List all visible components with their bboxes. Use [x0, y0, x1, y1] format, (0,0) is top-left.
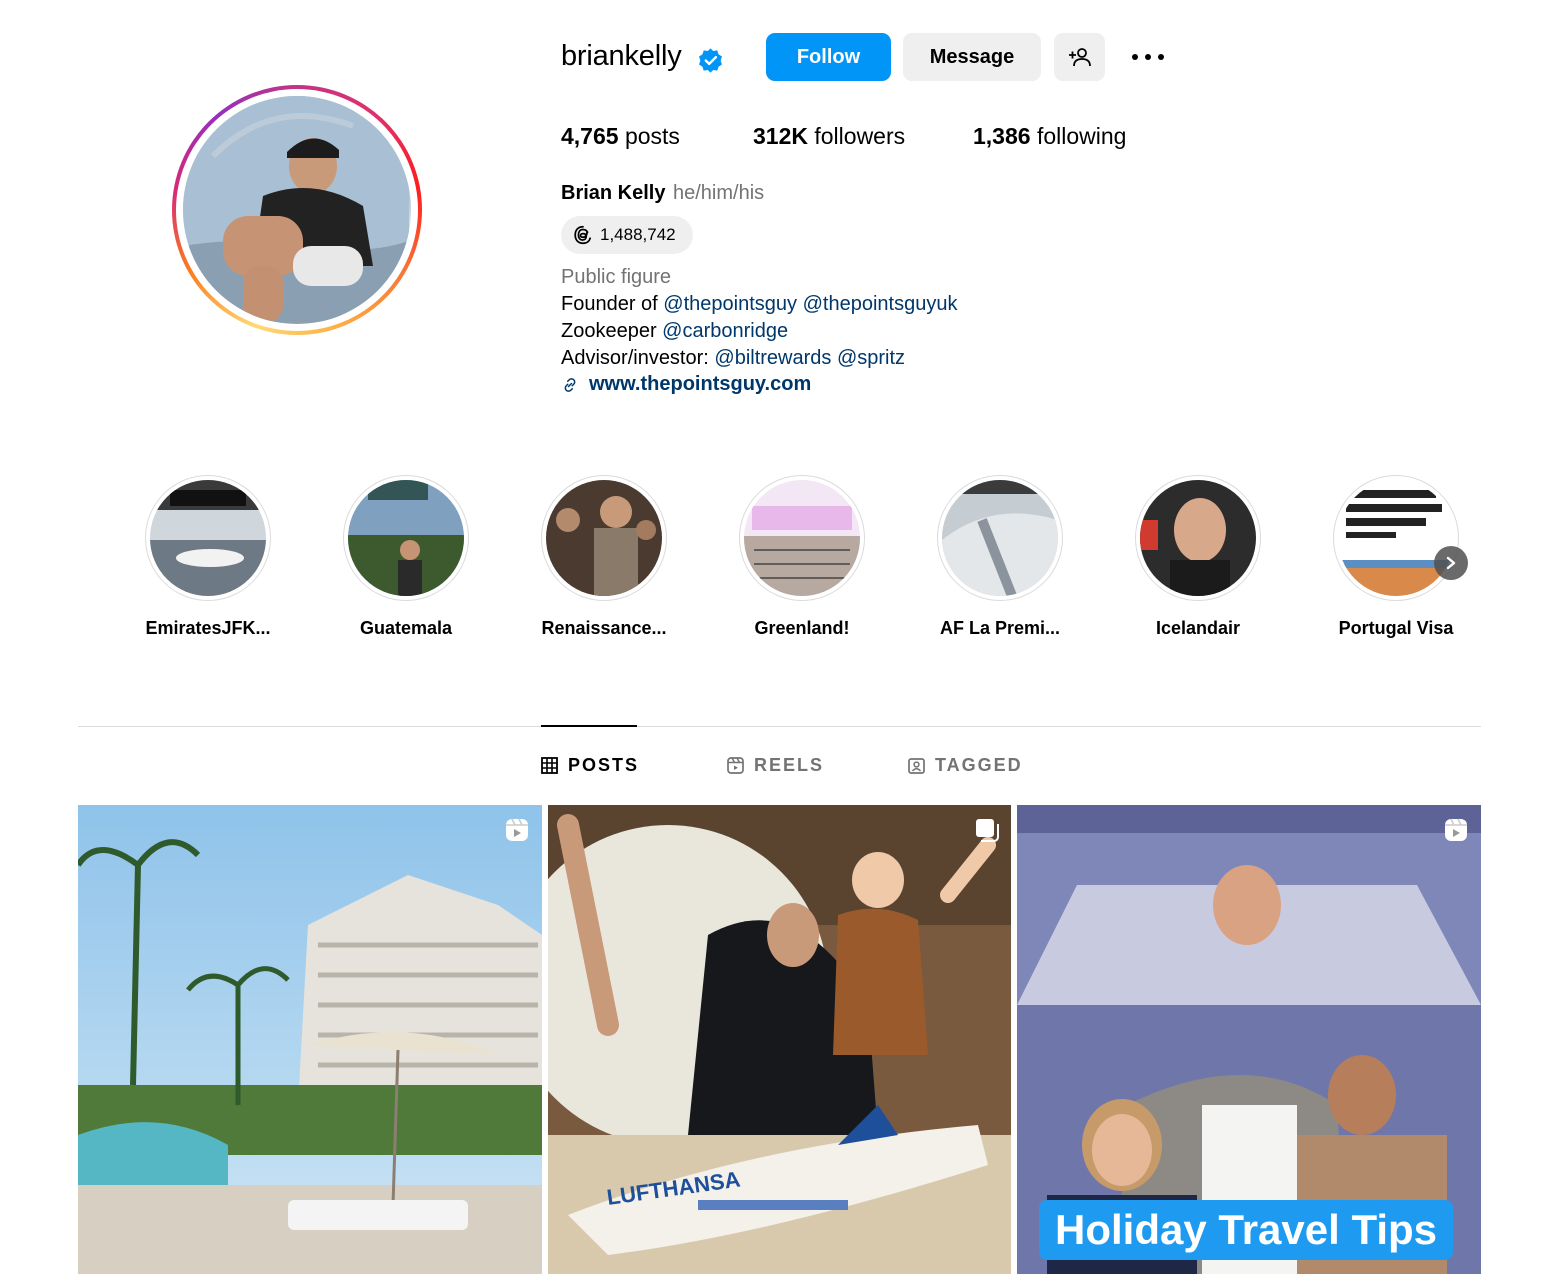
carousel-icon: [976, 819, 999, 842]
avatar-image: [183, 96, 411, 324]
post-image: LUFTHANSA: [548, 805, 1011, 1274]
post-thumbnail[interactable]: Holiday Travel Tips: [1017, 805, 1481, 1274]
profile-username: briankelly: [561, 40, 682, 72]
highlight-cover: [150, 480, 266, 596]
reel-icon: [506, 818, 528, 841]
mention-link[interactable]: @thepointsguy: [663, 293, 797, 315]
bio-line-founder: Founder of @thepointsguy @thepointsguyuk: [561, 293, 958, 315]
website-link-row[interactable]: www.thepointsguy.com: [561, 373, 811, 396]
reel-icon: [1445, 818, 1467, 841]
followers-count-stat[interactable]: 312K followers: [753, 123, 905, 150]
link-icon: [564, 377, 576, 392]
grid-icon: [541, 757, 558, 774]
profile-pronouns: he/him/his: [673, 182, 765, 204]
highlight-item[interactable]: Renaissance...: [541, 475, 667, 638]
tab-posts[interactable]: POSTS: [541, 755, 639, 776]
profile-category: Public figure: [561, 266, 672, 288]
highlight-item[interactable]: Icelandair: [1135, 475, 1261, 638]
tab-tagged[interactable]: TAGGED: [908, 755, 1023, 776]
more-options-icon[interactable]: [1126, 44, 1170, 70]
highlight-cover: [744, 480, 860, 596]
mention-link[interactable]: @carbonridge: [662, 320, 788, 342]
mention-link[interactable]: @spritz: [837, 347, 905, 369]
highlight-item[interactable]: AF La Premi...: [937, 475, 1063, 638]
highlights-next-button[interactable]: [1434, 546, 1468, 580]
add-person-icon: [1068, 48, 1091, 67]
threads-count: 1,488,742: [600, 225, 676, 244]
bio-line-zookeeper: Zookeeper @carbonridge: [561, 320, 789, 342]
highlight-cover: [1338, 480, 1454, 596]
posts-count-stat: 4,765 posts: [561, 123, 680, 149]
verified-badge-icon: [699, 48, 722, 73]
follow-button[interactable]: Follow: [766, 33, 891, 81]
profile-avatar[interactable]: [172, 85, 422, 335]
bio-line-advisor: Advisor/investor: @biltrewards @spritz: [561, 347, 906, 369]
post-thumbnail[interactable]: [78, 805, 542, 1274]
highlight-item[interactable]: Greenland!: [739, 475, 865, 638]
profile-full-name: Brian Kelly: [561, 182, 666, 204]
chevron-right-icon: [1446, 556, 1456, 570]
suggest-similar-button[interactable]: [1054, 33, 1105, 81]
highlight-item[interactable]: Portugal Visa: [1333, 475, 1459, 638]
post-image: [78, 805, 542, 1274]
highlight-cover: [1140, 480, 1256, 596]
tab-reels[interactable]: REELS: [727, 755, 824, 776]
threads-badge[interactable]: 1,488,742: [561, 216, 693, 254]
highlight-item[interactable]: EmiratesJFK...: [145, 475, 271, 638]
mention-link[interactable]: @biltrewards: [714, 347, 831, 369]
highlight-cover: [546, 480, 662, 596]
highlight-item[interactable]: Guatemala: [343, 475, 469, 638]
message-button[interactable]: Message: [903, 33, 1041, 81]
threads-icon: [574, 225, 592, 245]
post-caption-overlay: Holiday Travel Tips: [1039, 1200, 1454, 1260]
tagged-user-icon: [908, 758, 925, 774]
highlight-cover: [942, 480, 1058, 596]
post-thumbnail[interactable]: LUFTHANSA: [548, 805, 1012, 1274]
active-tab-indicator: [541, 725, 637, 727]
following-count-stat[interactable]: 1,386 following: [973, 123, 1126, 150]
website-link[interactable]: www.thepointsguy.com: [589, 373, 811, 396]
reels-icon: [727, 757, 744, 774]
highlight-cover: [348, 480, 464, 596]
tabs-divider: [78, 726, 1481, 727]
mention-link[interactable]: @thepointsguyuk: [803, 293, 958, 315]
